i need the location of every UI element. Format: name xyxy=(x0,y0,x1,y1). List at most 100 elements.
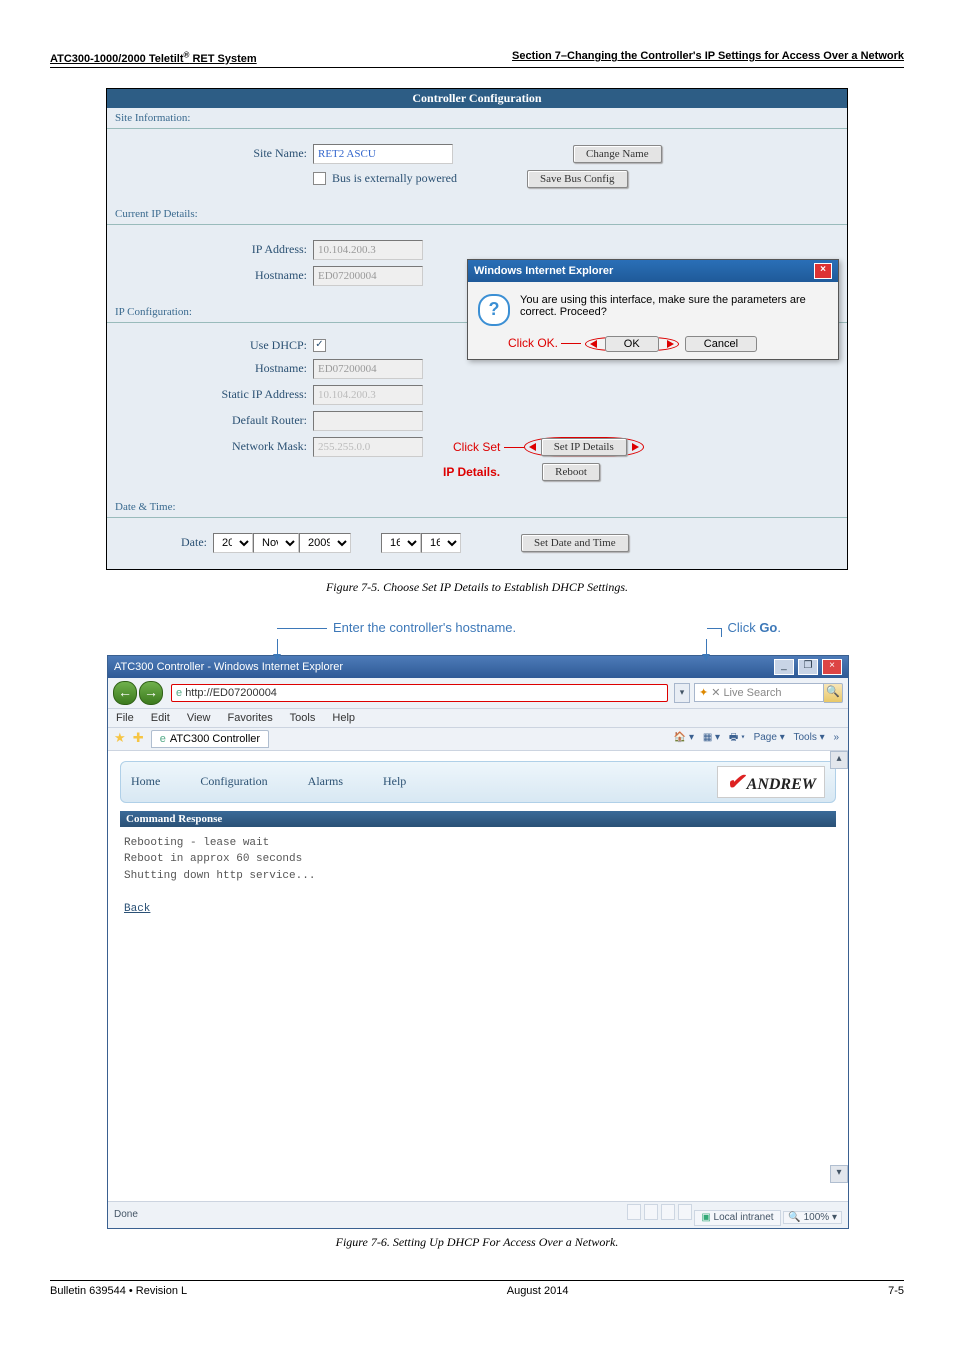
confirm-ok-button[interactable]: OK xyxy=(605,336,659,352)
browser-tab[interactable]: e ATC300 Controller xyxy=(151,730,269,748)
footer-page: 7-5 xyxy=(888,1285,904,1297)
address-dropdown[interactable]: ▾ xyxy=(674,683,690,703)
annotation-click-ok: Click OK. xyxy=(508,336,585,350)
confirm-cancel-button[interactable]: Cancel xyxy=(685,336,757,352)
back-button[interactable]: ← xyxy=(113,681,137,705)
hostname-field: ED07200004 xyxy=(313,266,423,286)
toolbar-icons: 🏠 ▾ ▦ ▾ 🖶 ▾ Page ▾ Tools ▾ » xyxy=(671,730,842,747)
ok-highlight: OK xyxy=(585,337,679,351)
date-day-select[interactable]: 20 xyxy=(213,533,253,553)
scroll-down-icon[interactable]: ▾ xyxy=(830,1165,848,1183)
controller-config-title: Controller Configuration xyxy=(107,89,847,108)
header-section: Section 7–Changing the Controller's IP S… xyxy=(512,50,904,62)
confirm-dialog-text: You are using this interface, make sure … xyxy=(520,294,828,326)
hostname2-field: ED07200004 xyxy=(313,359,423,379)
browser-window: ATC300 Controller - Windows Internet Exp… xyxy=(107,655,849,1229)
confirm-dialog: Windows Internet Explorer × ? You are us… xyxy=(467,259,839,360)
nav-alarms[interactable]: Alarms xyxy=(308,774,343,789)
current-ip-label: Current IP Details: xyxy=(107,204,847,222)
menu-view[interactable]: View xyxy=(187,712,211,724)
status-seg-3 xyxy=(661,1204,675,1220)
reboot-button[interactable]: Reboot xyxy=(542,463,600,481)
browser-menu: File Edit View Favorites Tools Help xyxy=(108,709,848,728)
terminal-output: Rebooting - lease wait Reboot in approx … xyxy=(120,827,836,926)
favorites-star-icon[interactable]: ★ xyxy=(114,730,126,745)
andrew-logo: ✔ANDREW xyxy=(717,766,825,798)
footer-date: August 2014 xyxy=(507,1285,569,1297)
use-dhcp-label: Use DHCP: xyxy=(127,338,313,353)
maximize-button[interactable]: ❐ xyxy=(798,659,818,675)
browser-content: ▴ Home Configuration Alarms Help ✔ANDREW… xyxy=(108,751,848,1201)
bus-powered-checkbox[interactable] xyxy=(313,172,326,185)
confirm-dialog-close-button[interactable]: × xyxy=(814,263,832,279)
save-bus-config-button[interactable]: Save Bus Config xyxy=(527,170,628,188)
ip-address-label: IP Address: xyxy=(127,242,313,257)
set-ip-details-button[interactable]: Set IP Details xyxy=(541,438,627,456)
menu-favorites[interactable]: Favorites xyxy=(228,712,273,724)
scroll-up-icon[interactable]: ▴ xyxy=(830,751,848,769)
command-response-header: Command Response xyxy=(120,811,836,827)
bus-powered-label: Bus is externally powered xyxy=(332,171,457,186)
site-info-label: Site Information: xyxy=(107,108,847,126)
window-controls: _ ❐ × xyxy=(773,659,842,675)
change-name-button[interactable]: Change Name xyxy=(573,145,662,163)
menu-file[interactable]: File xyxy=(116,712,134,724)
back-link[interactable]: Back xyxy=(124,903,150,915)
header-product: ATC300-1000/2000 Teletilt® RET System xyxy=(50,53,257,65)
hostname-label: Hostname: xyxy=(127,268,313,283)
home-icon[interactable]: 🏠 ▾ xyxy=(674,732,694,743)
site-name-label: Site Name: xyxy=(127,146,313,161)
status-seg-4 xyxy=(678,1204,692,1220)
date-time-label: Date & Time: xyxy=(107,497,847,515)
netmask-field: 255.255.0.0 xyxy=(313,437,423,457)
search-box[interactable]: ✦ ✕ Live Search xyxy=(694,683,824,702)
nav-help[interactable]: Help xyxy=(383,774,406,789)
netmask-label: Network Mask: xyxy=(127,439,313,454)
ip-address-field: 10.104.200.3 xyxy=(313,240,423,260)
add-favorite-icon[interactable]: ✚ xyxy=(133,730,144,745)
nav-home[interactable]: Home xyxy=(131,774,160,789)
feed-icon[interactable]: ▦ ▾ xyxy=(703,732,720,743)
menu-tools[interactable]: Tools xyxy=(290,712,316,724)
tools-menu[interactable]: Tools ▾ xyxy=(794,732,825,743)
hostname2-label: Hostname: xyxy=(127,361,313,376)
time-hour-select[interactable]: 16 xyxy=(381,533,421,553)
site-name-input[interactable]: RET2 ASCU xyxy=(313,144,453,164)
close-button[interactable]: × xyxy=(822,659,842,675)
annotation-click-set: Click Set xyxy=(453,440,524,454)
menu-help[interactable]: Help xyxy=(332,712,355,724)
print-icon[interactable]: 🖶 ▾ xyxy=(729,732,745,743)
controller-config-window: Controller Configuration Site Informatio… xyxy=(106,88,848,570)
page-menu[interactable]: Page ▾ xyxy=(754,732,785,743)
figure-7-6-caption: Figure 7-6. Setting Up DHCP For Access O… xyxy=(50,1235,904,1250)
time-min-select[interactable]: 16 xyxy=(421,533,461,553)
figure-7-5-caption: Figure 7-5. Choose Set IP Details to Est… xyxy=(50,580,904,595)
static-ip-field: 10.104.200.3 xyxy=(313,385,423,405)
menu-edit[interactable]: Edit xyxy=(151,712,170,724)
minimize-button[interactable]: _ xyxy=(774,659,794,675)
forward-button[interactable]: → xyxy=(139,681,163,705)
status-seg-1 xyxy=(627,1204,641,1220)
default-router-field xyxy=(313,411,423,431)
annotation-enter-hostname: Enter the controller's hostname. xyxy=(327,620,522,637)
annotation-click-go: Click Click Go.Go. xyxy=(722,620,787,637)
use-dhcp-checkbox[interactable]: ✓ xyxy=(313,339,326,352)
date-month-select[interactable]: Nov xyxy=(253,533,299,553)
status-done: Done xyxy=(114,1209,138,1220)
footer-bulletin: Bulletin 639544 • Revision L xyxy=(50,1285,187,1297)
zoom-level[interactable]: 🔍 100% ▾ xyxy=(783,1211,842,1224)
app-nav: Home Configuration Alarms Help ✔ANDREW xyxy=(120,761,836,803)
set-date-time-button[interactable]: Set Date and Time xyxy=(521,534,629,552)
address-bar[interactable]: e http://ED07200004 xyxy=(171,684,668,702)
set-ip-details-highlight: Set IP Details xyxy=(524,437,644,457)
date-label: Date: xyxy=(127,535,213,550)
page-header: Section 7–Changing the Controller's IP S… xyxy=(50,50,904,68)
status-zone: ▣ Local intranet xyxy=(694,1210,780,1226)
static-ip-label: Static IP Address: xyxy=(127,387,313,402)
nav-configuration[interactable]: Configuration xyxy=(200,774,267,789)
annotation-ip-details: IP Details. xyxy=(443,465,500,479)
page-footer: Bulletin 639544 • Revision L August 2014… xyxy=(50,1280,904,1297)
date-year-select[interactable]: 2009 xyxy=(299,533,351,553)
search-go-button[interactable]: 🔍 xyxy=(824,683,843,703)
confirm-dialog-title: Windows Internet Explorer xyxy=(474,265,613,277)
